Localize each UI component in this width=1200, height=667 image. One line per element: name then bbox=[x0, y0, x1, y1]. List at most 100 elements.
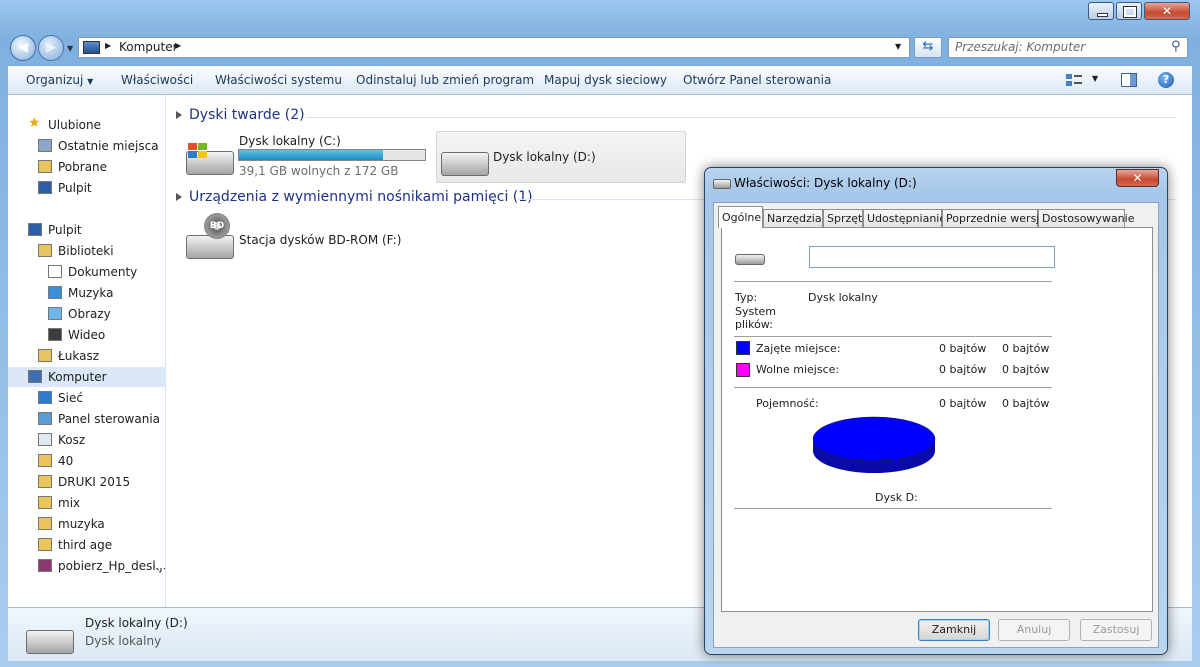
sidebar-item-label: third age bbox=[58, 538, 113, 552]
properties-dialog: Właściwości: Dysk lokalny (D:) ✕ Ogólne N… bbox=[704, 167, 1168, 655]
drive-d-item[interactable]: Dysk lokalny (D:) bbox=[436, 131, 686, 183]
sidebar-item[interactable]: ★ Ulubione bbox=[8, 115, 165, 135]
video-icon bbox=[48, 328, 62, 341]
system-properties-button[interactable]: Właściwości systemu bbox=[215, 73, 342, 87]
minimize-button[interactable] bbox=[1088, 2, 1114, 20]
chevron-right-icon[interactable]: ▶ bbox=[105, 41, 111, 50]
preview-pane-button[interactable] bbox=[1121, 73, 1137, 87]
sidebar-item[interactable]: third age bbox=[8, 535, 165, 555]
change-view-button[interactable] bbox=[1066, 73, 1082, 87]
collapse-group-icon[interactable] bbox=[176, 193, 182, 201]
open-control-panel-button[interactable]: Otwórz Panel sterowania bbox=[683, 73, 831, 87]
capacity-bytes: 0 bajtów bbox=[939, 397, 987, 410]
sidebar-item-label: Łukasz bbox=[58, 349, 99, 363]
sidebar-item-label: Muzyka bbox=[68, 286, 114, 300]
bd-disc-icon: BD bbox=[204, 213, 230, 239]
capacity-label: Pojemność: bbox=[756, 397, 819, 410]
address-bar[interactable]: ▶ Komputer ▶ ▼ bbox=[78, 37, 910, 58]
recycle-bin-icon bbox=[38, 433, 52, 446]
apply-button[interactable]: Zastosuj bbox=[1080, 619, 1152, 641]
sidebar-item[interactable]: Wideo bbox=[8, 325, 165, 345]
drive-usage-bar bbox=[238, 149, 426, 161]
dialog-close-ok-button[interactable]: Zamknij bbox=[918, 619, 990, 641]
desktop-icon bbox=[28, 223, 42, 236]
sidebar-item[interactable]: Kosz bbox=[8, 430, 165, 450]
tab-customize[interactable]: Dostosowywanie bbox=[1038, 209, 1134, 227]
tab-sharing[interactable]: Udostępnianie bbox=[863, 209, 946, 227]
tab-general[interactable]: Ogólne bbox=[718, 206, 763, 228]
collapse-group-icon[interactable] bbox=[176, 111, 182, 119]
sidebar-item-label: Sieć bbox=[58, 391, 83, 405]
sidebar-item[interactable]: Biblioteki bbox=[8, 241, 165, 261]
free-space-bytes: 0 bajtów bbox=[939, 363, 987, 376]
properties-button[interactable]: Właściwości bbox=[121, 73, 193, 87]
search-input[interactable]: Przeszukaj: Komputer bbox=[955, 40, 1085, 54]
back-button[interactable]: ◀ bbox=[10, 35, 36, 61]
tab-previous-versions[interactable]: Poprzednie wersje bbox=[942, 209, 1046, 227]
used-space-color bbox=[736, 341, 750, 355]
sidebar-item[interactable]: Muzyka bbox=[8, 283, 165, 303]
close-icon: ✕ bbox=[1161, 4, 1173, 18]
sidebar-item-label: 40 bbox=[58, 454, 74, 468]
refresh-button[interactable]: ⇆ bbox=[914, 37, 942, 58]
sidebar-item[interactable]: Dokumenty bbox=[8, 262, 165, 282]
group-header-hard-drives[interactable]: Dyski twarde (2) bbox=[189, 107, 305, 123]
sidebar-item[interactable]: muzyka bbox=[8, 514, 165, 534]
organize-button[interactable]: Organizuj ▼ bbox=[26, 73, 93, 87]
preview-pane-icon bbox=[1130, 74, 1136, 86]
sidebar-item-label: Ostatnie miejsca bbox=[58, 139, 159, 153]
sidebar-item[interactable]: Panel sterowania bbox=[8, 409, 165, 429]
cancel-button[interactable]: Anuluj bbox=[998, 619, 1070, 641]
drive-c-item[interactable]: Dysk lokalny (C:) 39,1 GB wolnych z 172 … bbox=[184, 133, 430, 181]
sidebar-item[interactable]: Pulpit bbox=[8, 178, 165, 198]
sidebar-item[interactable]: Sieć bbox=[8, 388, 165, 408]
hard-drive-icon bbox=[735, 251, 765, 265]
forward-button[interactable]: ▶ bbox=[38, 35, 64, 61]
music-icon bbox=[48, 286, 62, 299]
help-button[interactable]: ? bbox=[1158, 72, 1174, 88]
bd-drive-item[interactable]: BD Stacja dysków BD-ROM (F:) bbox=[184, 211, 424, 261]
sidebar-item[interactable]: Komputer bbox=[8, 367, 165, 387]
sidebar-item-label: Obrazy bbox=[68, 307, 111, 321]
sidebar-item[interactable]: DRUKI 2015 bbox=[8, 472, 165, 492]
sidebar-item[interactable]: 40 bbox=[8, 451, 165, 471]
group-header-removable[interactable]: Urządzenia z wymiennymi nośnikami pamięc… bbox=[189, 189, 533, 205]
maximize-button[interactable] bbox=[1116, 2, 1142, 20]
sidebar-item-label: DRUKI 2015 bbox=[58, 475, 131, 489]
search-box[interactable]: Przeszukaj: Komputer ⚲ bbox=[948, 37, 1188, 58]
map-network-drive-button[interactable]: Mapuj dysk sieciowy bbox=[544, 73, 667, 87]
control-panel-icon bbox=[38, 412, 52, 425]
address-segment[interactable]: Komputer bbox=[119, 40, 178, 54]
chevron-right-icon[interactable]: ▶ bbox=[175, 41, 181, 50]
sidebar-item[interactable]: Łukasz bbox=[8, 346, 165, 366]
computer-icon bbox=[83, 41, 100, 54]
sidebar-item[interactable]: Obrazy bbox=[8, 304, 165, 324]
sidebar-item[interactable]: Pobrane bbox=[8, 157, 165, 177]
close-button[interactable]: ✕ bbox=[1144, 2, 1190, 20]
view-icon bbox=[1066, 74, 1072, 79]
sidebar-item-label: mix bbox=[58, 496, 81, 510]
sidebar-item-label: Kosz bbox=[58, 433, 86, 447]
type-value: Dysk lokalny bbox=[808, 291, 878, 304]
sidebar-item[interactable]: mix bbox=[8, 493, 165, 513]
details-type: Dysk lokalny bbox=[85, 634, 162, 648]
dialog-title: Właściwości: Dysk lokalny (D:) bbox=[734, 176, 917, 190]
search-icon[interactable]: ⚲ bbox=[1171, 39, 1181, 54]
star-icon: ★ bbox=[28, 115, 41, 131]
tab-hardware[interactable]: Sprzęt bbox=[823, 209, 863, 227]
drive-label-input[interactable] bbox=[809, 246, 1055, 268]
tab-tools[interactable]: Narzędzia bbox=[763, 209, 823, 227]
sidebar-item[interactable]: Pulpit bbox=[8, 220, 165, 240]
dialog-close-button[interactable]: ✕ bbox=[1116, 169, 1159, 187]
uninstall-program-button[interactable]: Odinstaluj lub zmień program bbox=[356, 73, 534, 87]
folder-icon bbox=[38, 517, 52, 530]
view-dropdown-icon[interactable]: ▼ bbox=[1092, 74, 1098, 83]
user-folder-icon bbox=[38, 349, 52, 362]
tab-panel-general: Typ: Dysk lokalny System plików: Zajęte … bbox=[721, 227, 1153, 612]
sidebar-item[interactable]: pobierz_Hp_deskjet_ bbox=[8, 556, 165, 576]
recent-pages-dropdown-icon[interactable]: ▼ bbox=[67, 44, 73, 53]
sidebar-item[interactable]: Ostatnie miejsca bbox=[8, 136, 165, 156]
hard-drive-icon bbox=[441, 152, 489, 176]
address-dropdown-icon[interactable]: ▼ bbox=[895, 42, 901, 51]
drive-name: Dysk lokalny (D:) bbox=[493, 150, 596, 164]
